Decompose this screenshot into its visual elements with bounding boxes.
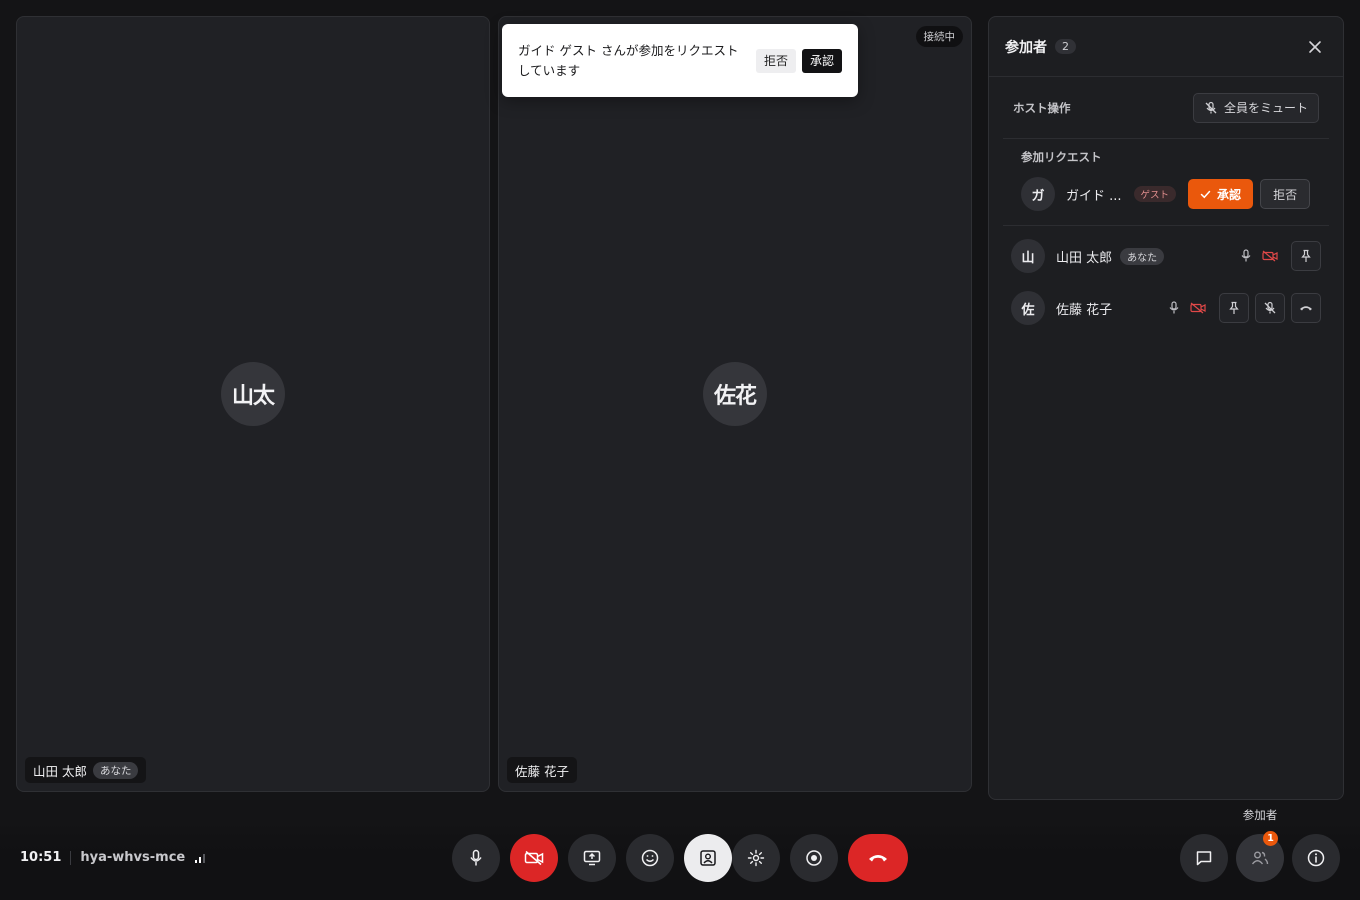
participant-row-yamada: 山 山田 太郎 あなた	[1011, 230, 1321, 282]
tile-name: 佐藤 花子	[515, 763, 569, 779]
guest-badge: ゲスト	[1133, 186, 1177, 202]
participant-row-sato: 佐 佐藤 花子	[1011, 282, 1321, 334]
host-controls: ホスト操作 全員をミュート	[1003, 77, 1329, 139]
toast-reject-button[interactable]: 拒否	[755, 48, 796, 73]
participant-status	[1165, 293, 1321, 323]
pin-icon	[1229, 301, 1239, 314]
toast-actions: 拒否 承認	[755, 48, 842, 73]
reactions-button[interactable]	[626, 834, 674, 882]
mic-icon	[1237, 247, 1255, 265]
mic-off-icon	[1264, 301, 1276, 314]
tile-avatar: 佐花	[703, 362, 767, 426]
mic-button[interactable]	[452, 834, 500, 882]
video-tile-yamada[interactable]: 山太 山田 太郎 あなた	[16, 16, 490, 792]
effects-button[interactable]	[732, 834, 780, 882]
divider	[70, 850, 72, 865]
participants-button[interactable]: 1	[1236, 831, 1284, 882]
chat-icon	[1196, 851, 1212, 866]
join-request-toast: ガイド ゲスト さんが参加をリクエストしています 拒否 承認	[502, 24, 858, 97]
connecting-badge: 接続中	[915, 26, 963, 47]
request-name: ガイド ...	[1066, 188, 1122, 204]
chat-button[interactable]	[1180, 834, 1228, 882]
pin-button[interactable]	[1291, 241, 1321, 271]
sparkle-icon	[747, 849, 765, 867]
mic-icon	[470, 849, 482, 866]
camera-off-icon	[1261, 247, 1279, 265]
mic-off-icon	[1205, 101, 1217, 113]
pin-button[interactable]	[1219, 293, 1249, 323]
avatar: 佐	[1011, 291, 1045, 325]
screen-share-icon	[583, 850, 601, 866]
portrait-mode-button[interactable]	[684, 834, 732, 882]
control-bar: 10:51 hya-whvs-mce 1	[0, 820, 1360, 900]
reject-request-button[interactable]: 拒否	[1260, 179, 1311, 209]
toast-message: ガイド ゲスト さんが参加をリクエストしています	[518, 42, 739, 78]
tile-name: 山田 太郎	[33, 763, 87, 779]
info-icon	[1307, 849, 1325, 867]
people-icon	[1251, 851, 1269, 865]
camera-toggle-button[interactable]	[510, 834, 558, 882]
record-button[interactable]	[790, 834, 838, 882]
meeting-screen: 山太 山田 太郎 あなた 接続中 佐花 佐藤 花子 ガイド ゲスト さんが参加を…	[0, 0, 1360, 900]
screen-share-button[interactable]	[568, 834, 616, 882]
pin-icon	[1301, 249, 1311, 262]
check-icon	[1200, 190, 1211, 198]
mic-icon	[1165, 299, 1183, 317]
phone-hangup-icon	[869, 855, 887, 862]
you-badge: あなた	[92, 761, 139, 779]
meeting-code: hya-whvs-mce	[80, 850, 186, 865]
leave-call-button[interactable]	[848, 834, 908, 882]
video-tile-sato[interactable]: 接続中 佐花 佐藤 花子	[498, 16, 972, 792]
participants-panel: 参加者 2 ホスト操作 全員をミュート 参加リクエスト ガ ガイド ... ゲス…	[988, 16, 1344, 800]
phone-hangup-icon	[1300, 306, 1312, 311]
close-icon	[1309, 40, 1321, 53]
tile-name-label: 佐藤 花子	[507, 757, 577, 783]
info-button[interactable]	[1292, 834, 1340, 882]
join-requests-section: 参加リクエスト ガ ガイド ... ゲスト 承認 拒否	[1003, 139, 1329, 226]
smiley-icon	[641, 849, 659, 867]
host-controls-label: ホスト操作	[1013, 100, 1071, 115]
meeting-time: 10:51	[20, 850, 62, 865]
record-icon	[806, 850, 822, 866]
mute-all-button[interactable]: 全員をミュート	[1192, 92, 1319, 123]
you-badge: あなた	[1120, 247, 1165, 265]
panel-header: 参加者 2	[989, 17, 1343, 77]
participant-status	[1237, 241, 1321, 271]
tile-name-label: 山田 太郎 あなた	[25, 757, 147, 783]
approve-label: 承認	[1217, 187, 1242, 202]
approve-request-button[interactable]: 承認	[1188, 179, 1254, 209]
participants-notification-badge: 1	[1263, 831, 1278, 846]
mute-all-label: 全員をミュート	[1223, 101, 1308, 115]
close-panel-button[interactable]	[1303, 35, 1327, 59]
avatar: ガ	[1021, 177, 1055, 211]
avatar: 山	[1011, 239, 1045, 273]
meeting-info: 10:51 hya-whvs-mce	[20, 850, 206, 865]
tile-avatar: 山太	[221, 362, 285, 426]
join-request-row: ガ ガイド ... ゲスト 承認 拒否	[1021, 177, 1311, 211]
toast-approve-button[interactable]: 承認	[801, 48, 842, 73]
participant-name: 佐藤 花子	[1056, 302, 1113, 318]
mute-participant-button[interactable]	[1255, 293, 1285, 323]
participant-name: 山田 太郎	[1056, 250, 1113, 266]
signal-strength-icon	[195, 853, 206, 863]
portrait-icon	[700, 850, 716, 866]
camera-off-icon	[524, 850, 544, 866]
participant-count-badge: 2	[1055, 39, 1076, 54]
panel-title: 参加者	[1005, 39, 1047, 56]
camera-off-icon	[1189, 299, 1207, 317]
join-requests-label: 参加リクエスト	[1021, 150, 1102, 164]
remove-participant-button[interactable]	[1291, 293, 1321, 323]
